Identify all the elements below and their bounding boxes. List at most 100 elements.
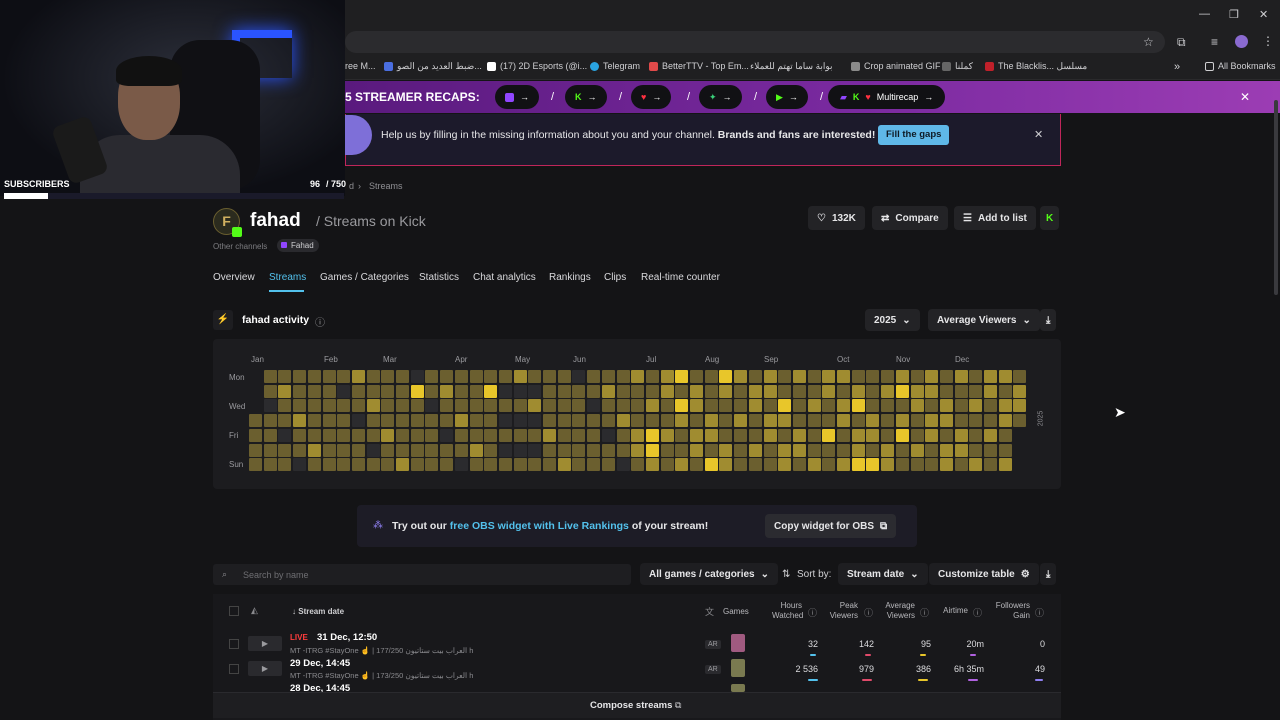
heatmap-cell[interactable]	[616, 443, 630, 457]
heatmap-cell[interactable]	[351, 370, 365, 383]
heatmap-cell[interactable]	[939, 399, 953, 413]
heatmap-cell[interactable]	[763, 443, 777, 457]
heatmap-cell[interactable]	[528, 370, 542, 383]
heatmap-cell[interactable]	[792, 370, 806, 383]
heatmap-cell[interactable]	[322, 399, 336, 413]
heatmap-cell[interactable]	[498, 384, 512, 398]
heatmap-cell[interactable]	[895, 370, 909, 383]
heatmap-cell[interactable]	[587, 370, 601, 383]
heatmap-cell[interactable]	[763, 428, 777, 442]
heatmap-cell[interactable]	[322, 458, 336, 472]
row-date[interactable]: 29 Dec, 14:45	[290, 658, 350, 669]
heatmap-cell[interactable]	[484, 458, 498, 472]
heatmap-cell[interactable]	[778, 399, 792, 413]
select-all-checkbox[interactable]	[229, 606, 239, 616]
heatmap-cell[interactable]	[675, 399, 689, 413]
omnibox[interactable]	[345, 31, 1165, 53]
heatmap-cell[interactable]	[293, 428, 307, 442]
heatmap-cell[interactable]	[881, 384, 895, 398]
heatmap-cell[interactable]	[410, 370, 424, 383]
heatmap-cell[interactable]	[543, 370, 556, 383]
heatmap-cell[interactable]	[925, 399, 939, 413]
tab-overview[interactable]: Overview	[213, 272, 255, 283]
heatmap-cell[interactable]	[469, 443, 483, 457]
info-icon[interactable]: ⓘ	[920, 606, 929, 619]
heatmap-cell[interactable]	[837, 443, 850, 457]
heatmap-cell[interactable]	[249, 414, 262, 428]
heatmap-cell[interactable]	[866, 370, 880, 383]
heatmap-cell[interactable]	[984, 458, 997, 472]
header-peak-viewers[interactable]: Peak Viewers	[828, 601, 858, 621]
compare-button[interactable]: ⇄ Compare	[872, 206, 948, 230]
heatmap-cell[interactable]	[954, 414, 968, 428]
heatmap-cell[interactable]	[925, 443, 939, 457]
heatmap-cell[interactable]	[910, 399, 924, 413]
heatmap-cell[interactable]	[307, 384, 321, 398]
heatmap-cell[interactable]	[984, 443, 997, 457]
heatmap-cell[interactable]	[837, 458, 850, 472]
heatmap-cell[interactable]	[263, 443, 277, 457]
heatmap-cell[interactable]	[763, 458, 777, 472]
heatmap-cell[interactable]	[381, 428, 395, 442]
heatmap-cell[interactable]	[866, 443, 880, 457]
heatmap-cell[interactable]	[484, 370, 498, 383]
heatmap-cell[interactable]	[851, 370, 865, 383]
heatmap-cell[interactable]	[984, 370, 997, 383]
heatmap-cell[interactable]	[454, 428, 468, 442]
heatmap-cell[interactable]	[763, 384, 777, 398]
heatmap-cell[interactable]	[557, 428, 571, 442]
heatmap-cell[interactable]	[366, 399, 380, 413]
heatmap-cell[interactable]	[866, 414, 880, 428]
heatmap-cell[interactable]	[998, 399, 1012, 413]
heatmap-cell[interactable]	[734, 414, 748, 428]
heatmap-cell[interactable]	[1013, 399, 1027, 413]
heatmap-cell[interactable]	[660, 414, 674, 428]
bookmark-item[interactable]: (17) 2D Esports (@i...	[487, 61, 587, 71]
heatmap-cell[interactable]	[543, 414, 556, 428]
recap-pill-kick[interactable]: K →	[565, 85, 607, 109]
heatmap-cell[interactable]	[557, 399, 571, 413]
heatmap-cell[interactable]	[454, 443, 468, 457]
heatmap-cell[interactable]	[263, 370, 277, 383]
heatmap-cell[interactable]	[939, 443, 953, 457]
heatmap-cell[interactable]	[249, 458, 262, 472]
heatmap-cell[interactable]	[704, 370, 718, 383]
heatmap-cell[interactable]	[513, 399, 527, 413]
heatmap-cell[interactable]	[410, 428, 424, 442]
heatmap-cell[interactable]	[631, 443, 645, 457]
heatmap-cell[interactable]	[631, 428, 645, 442]
heatmap-cell[interactable]	[939, 458, 953, 472]
heatmap-cell[interactable]	[704, 399, 718, 413]
heatmap-cell[interactable]	[616, 428, 630, 442]
heatmap-cell[interactable]	[969, 370, 983, 383]
heatmap-cell[interactable]	[734, 384, 748, 398]
heatmap-cell[interactable]	[675, 414, 689, 428]
close-notice-icon[interactable]: ✕	[1034, 128, 1043, 141]
heatmap-cell[interactable]	[969, 443, 983, 457]
heatmap-cell[interactable]	[249, 428, 262, 442]
heatmap-cell[interactable]	[572, 443, 586, 457]
heatmap-cell[interactable]	[498, 370, 512, 383]
heatmap-cell[interactable]	[822, 458, 836, 472]
heatmap-cell[interactable]	[690, 399, 703, 413]
heatmap-cell[interactable]	[631, 414, 645, 428]
customize-table-button[interactable]: Customize table ⚙	[929, 563, 1039, 585]
heatmap-cell[interactable]	[984, 414, 997, 428]
heatmap-cell[interactable]	[572, 399, 586, 413]
heatmap-cell[interactable]	[984, 384, 997, 398]
browser-menu-icon[interactable]: ⋮	[1262, 34, 1274, 48]
heatmap-cell[interactable]	[307, 458, 321, 472]
heatmap-cell[interactable]	[425, 414, 439, 428]
heatmap-cell[interactable]	[925, 384, 939, 398]
header-airtime[interactable]: Airtime	[936, 606, 968, 616]
heatmap-cell[interactable]	[660, 458, 674, 472]
heatmap-cell[interactable]	[998, 458, 1012, 472]
bookmark-item[interactable]: كملنا	[942, 61, 973, 72]
row-checkbox[interactable]	[229, 664, 239, 674]
heatmap-cell[interactable]	[572, 370, 586, 383]
heatmap-cell[interactable]	[440, 428, 454, 442]
heatmap-cell[interactable]	[587, 399, 601, 413]
heatmap-cell[interactable]	[425, 399, 439, 413]
heatmap-cell[interactable]	[998, 414, 1012, 428]
heatmap-cell[interactable]	[837, 428, 850, 442]
